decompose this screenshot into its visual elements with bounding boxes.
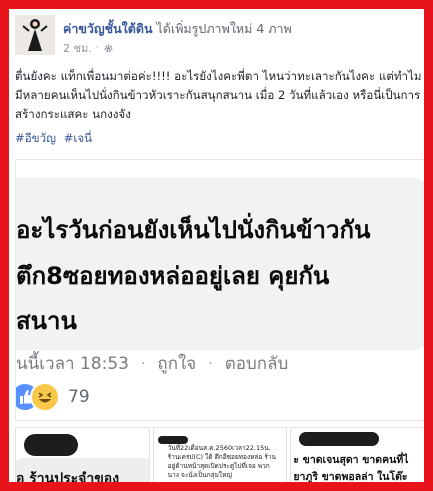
main-photo[interactable]: อะไรวันก่อนยังเห็นไปนั่งกินข้าวกัน ตึก8ซ… [15, 159, 424, 421]
thumbnail-text-line: ยาภูริ ขาดพอลล่า ในโต๊ะ [293, 471, 408, 483]
haha-reaction-icon [30, 382, 60, 412]
meta-bullet: · [140, 355, 146, 372]
post-time[interactable]: 2 ชม. [63, 39, 92, 57]
photo-text-line-2: ตึก8ซอยทองหล่ออยู่เลย คุยกัน [16, 262, 330, 290]
post-meta: 2 ชม. · [63, 39, 114, 57]
hashtag-link[interactable]: #เจนี่ [64, 131, 92, 145]
thumbnail-text: วันที่22เดือนส.ค.2560เวลา22.15น. ร้านเคร… [167, 444, 276, 479]
author-name[interactable]: ค่าขวัญชั้นใต้ดิน [63, 21, 153, 36]
photo-text-line-3: สนาน [16, 307, 77, 335]
comment-meta: นนี้เวลา 18:53 · ถูกใจ · ตอบกลับ [16, 350, 288, 377]
thumbnail-3[interactable]: ะ ขาดเจนสุดา ขาดคนที่ไ ยาภูริ ขาดพอลล่า … [290, 427, 424, 483]
reaction-summary: 79 [16, 382, 90, 412]
meta-separator: · [95, 43, 99, 53]
photo-text-line-1: อะไรวันก่อนยังเห็นไปนั่งกินข้าวกัน [16, 216, 371, 244]
avatar-figure-icon [15, 15, 55, 55]
gear-icon[interactable] [103, 43, 114, 54]
screenshot-frame: ค่าขวัญชั้นใต้ดิน ได้เพิ่มรูปภาพใหม่ 4 ภา… [0, 0, 433, 491]
post-header: ค่าขวัญชั้นใต้ดิน ได้เพิ่มรูปภาพใหม่ 4 ภา… [15, 15, 424, 59]
post-action: ได้เพิ่มรูปภาพใหม่ 4 ภาพ [156, 21, 292, 36]
redacted-avatar [157, 436, 188, 444]
photo-thumbnails: อ ร้านประจำของ วันที่22เดือนส.ค.2560เวลา… [15, 427, 424, 487]
thumbnail-text: อ ร้านประจำของ [16, 471, 120, 487]
thumbnail-1[interactable]: อ ร้านประจำของ [15, 427, 150, 487]
thumbnail-text-line: ะ ขาดเจนสุดา ขาดคนที่ไ [293, 454, 409, 466]
meta-bullet: · [208, 355, 213, 372]
thumbnail-2[interactable]: วันที่22เดือนส.ค.2560เวลา22.15น. ร้านเคร… [152, 427, 288, 482]
redacted-avatar [299, 432, 380, 446]
comment-reply-link: ตอบกลับ [224, 354, 289, 374]
thumbnail-text: ะ ขาดเจนสุดา ขาดคนที่ไ ยาภูริ ขาดพอลล่า … [293, 452, 424, 483]
comment-like-link: ถูกใจ [157, 354, 197, 374]
author-line: ค่าขวัญชั้นใต้ดิน ได้เพิ่มรูปภาพใหม่ 4 ภา… [63, 19, 292, 39]
post-body: ตื่นยังคะ แท็กเพื่อนมาต่อค่ะ!!!! อะไรยัง… [15, 69, 422, 121]
hashtag-link[interactable]: #อีขวัญ [15, 131, 56, 145]
redacted-avatar [24, 434, 78, 456]
avatar[interactable] [15, 15, 55, 55]
hashtag-list: #อีขวัญ #เจนี่ [15, 130, 96, 148]
comment-time: นนี้เวลา 18:53 [16, 354, 129, 374]
reaction-count: 79 [68, 387, 90, 407]
